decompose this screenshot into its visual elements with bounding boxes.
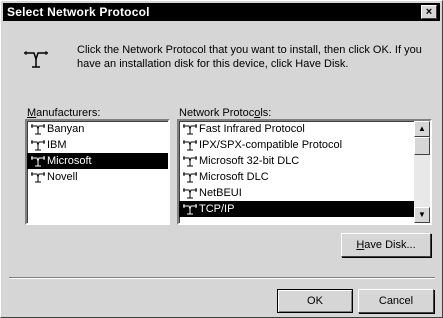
list-item-label: Banyan <box>47 123 85 135</box>
protocols-scrollbar[interactable]: ▲ ▼ <box>414 121 430 223</box>
list-item-label: TCP/IP <box>199 203 235 215</box>
scroll-thumb[interactable] <box>414 137 430 155</box>
list-item-label: IPX/SPX-compatible Protocol <box>199 139 343 151</box>
network-protocol-icon <box>183 156 197 167</box>
scroll-up-button[interactable]: ▲ <box>414 121 430 137</box>
list-item[interactable]: Banyan <box>27 121 168 137</box>
have-disk-button[interactable]: Have Disk... <box>341 233 431 257</box>
list-item[interactable]: TCP/IP <box>179 201 414 217</box>
dialog-title: Select Network Protocol <box>7 5 150 19</box>
scroll-down-button[interactable]: ▼ <box>414 207 430 223</box>
network-protocol-icon <box>31 156 45 167</box>
list-item[interactable]: Microsoft 32-bit DLC <box>179 153 414 169</box>
list-item[interactable]: Novell <box>27 169 168 185</box>
list-item-label: Microsoft 32-bit DLC <box>199 155 300 167</box>
cancel-button[interactable]: Cancel <box>358 289 434 313</box>
network-protocols-list[interactable]: Fast Infrared Protocol IPX/SPX-compatible… <box>177 119 432 225</box>
manufacturers-label: Manufacturers: <box>27 107 101 119</box>
network-protocol-icon <box>183 188 197 199</box>
list-item-label: NetBEUI <box>199 187 242 199</box>
list-item-label: IBM <box>47 139 67 151</box>
ok-button[interactable]: OK <box>277 289 353 313</box>
title-bar[interactable]: Select Network Protocol × <box>3 3 440 21</box>
network-protocol-icon <box>31 124 45 135</box>
close-button[interactable]: × <box>421 5 437 19</box>
network-protocol-icon <box>183 140 197 151</box>
list-item[interactable]: Fast Infrared Protocol <box>179 121 414 137</box>
list-item-label: Microsoft <box>47 155 92 167</box>
list-item-label: Fast Infrared Protocol <box>199 123 305 135</box>
separator-line <box>9 277 435 279</box>
manufacturers-list[interactable]: Banyan IBM Microsoft Novell <box>25 119 170 225</box>
network-protocol-icon <box>24 51 48 68</box>
select-network-protocol-dialog: Select Network Protocol × Click the Netw… <box>0 0 443 318</box>
network-protocol-icon <box>183 172 197 183</box>
list-item[interactable]: IBM <box>27 137 168 153</box>
list-item[interactable]: NetBEUI <box>179 185 414 201</box>
list-item[interactable]: Microsoft DLC <box>179 169 414 185</box>
list-item-label: Microsoft DLC <box>199 171 269 183</box>
network-protocol-icon <box>31 140 45 151</box>
list-item-label: Novell <box>47 171 78 183</box>
instructions-text: Click the Network Protocol that you want… <box>77 44 422 70</box>
network-protocol-icon <box>183 124 197 135</box>
network-protocol-icon <box>31 172 45 183</box>
list-item[interactable]: IPX/SPX-compatible Protocol <box>179 137 414 153</box>
list-item[interactable]: Microsoft <box>27 153 168 169</box>
network-protocol-icon <box>183 204 197 215</box>
network-protocols-label: Network Protocols: <box>179 107 272 119</box>
